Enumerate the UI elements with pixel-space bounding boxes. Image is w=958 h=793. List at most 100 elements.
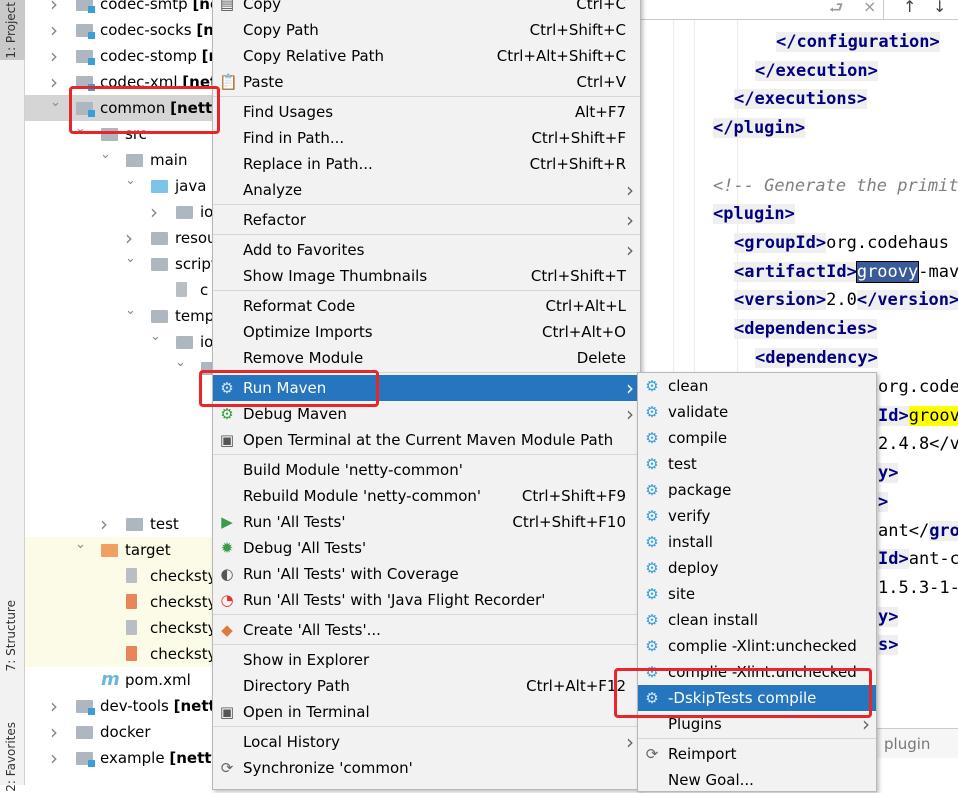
breadcrumb-plugin[interactable]: plugin xyxy=(884,735,930,753)
menu-item-install[interactable]: ⚙ install xyxy=(638,529,876,555)
chevron-right-icon[interactable]: › xyxy=(50,43,60,69)
chevron-right-icon[interactable]: › xyxy=(50,693,60,719)
code-line-fragment[interactable]: y> xyxy=(878,603,899,632)
code-line[interactable]: <dependency> xyxy=(755,344,878,373)
chevron-down-icon[interactable]: ⌄ xyxy=(125,246,136,272)
menu-item-debug-maven[interactable]: ⚙ Debug Maven › xyxy=(213,401,640,427)
menu-item-clean[interactable]: ⚙ clean xyxy=(638,373,876,399)
project-tool-label[interactable]: 1: Project xyxy=(4,2,18,59)
chevron-down-icon[interactable]: ⌄ xyxy=(75,116,86,142)
menu-item-plugins[interactable]: Plugins › xyxy=(638,711,876,737)
menu-item-build-module-netty-common[interactable]: Build Module 'netty-common' xyxy=(213,457,640,483)
code-line-fragment[interactable]: org.code xyxy=(878,373,958,402)
code-line[interactable]: </executions> xyxy=(734,85,868,114)
menu-item-package[interactable]: ⚙ package xyxy=(638,477,876,503)
chevron-right-icon[interactable]: › xyxy=(50,745,60,771)
code-line[interactable]: <groupId>org.codehaus xyxy=(734,229,949,258)
clear-search-icon[interactable]: × xyxy=(863,0,876,16)
tree-node[interactable]: checkstyle xyxy=(25,563,212,589)
code-line-fragment[interactable]: Id>groovy xyxy=(878,402,958,431)
code-line[interactable]: <dependencies> xyxy=(734,315,878,344)
tree-node[interactable]: › codec-stomp [netty-codec-stomp] xyxy=(25,43,212,69)
tree-node[interactable]: › dev-tools [netty-dev-tools] xyxy=(25,693,212,719)
menu-item-complie-xlint-unchecked[interactable]: ⚙ complie -Xlint:unchecked xyxy=(638,633,876,659)
chevron-down-icon[interactable]: ⌄ xyxy=(75,532,86,558)
chevron-right-icon[interactable]: › xyxy=(150,199,160,225)
tree-node[interactable]: › test xyxy=(25,511,212,537)
menu-item-add-to-favorites[interactable]: Add to Favorites › xyxy=(213,237,640,263)
code-line[interactable]: </configuration> xyxy=(776,28,940,57)
menu-item-paste[interactable]: 📋 Paste Ctrl+V xyxy=(213,69,640,95)
menu-item-verify[interactable]: ⚙ verify xyxy=(638,503,876,529)
tree-node[interactable]: checkstyle xyxy=(25,641,212,667)
menu-item-clean-install[interactable]: ⚙ clean install xyxy=(638,607,876,633)
previous-occurrence-icon[interactable]: ↑ xyxy=(903,0,916,16)
structure-tool-tab[interactable]: 7: Structure xyxy=(4,600,18,671)
favorites-tool-tab[interactable]: 2: Favorites xyxy=(4,722,18,792)
menu-item-test[interactable]: ⚙ test xyxy=(638,451,876,477)
menu-item-find-usages[interactable]: Find Usages Alt+F7 xyxy=(213,99,640,125)
menu-item-directory-path[interactable]: Directory Path Ctrl+Alt+F12 xyxy=(213,673,640,699)
menu-item-complie-xlint-unchecked[interactable]: ⚙ complie -Xlint:unchecked xyxy=(638,659,876,685)
code-line[interactable]: </execution> xyxy=(755,57,878,86)
menu-item-show-in-explorer[interactable]: Show in Explorer xyxy=(213,647,640,673)
menu-item-synchronize-common[interactable]: ⟳ Synchronize 'common' xyxy=(213,755,640,781)
regex-wrap-icon[interactable]: ⮐ xyxy=(829,0,843,24)
code-line[interactable]: </plugin> xyxy=(713,114,806,143)
next-occurrence-icon[interactable]: ↓ xyxy=(933,0,946,16)
tree-node[interactable]: ⌄ src xyxy=(25,121,212,147)
menu-item-remove-module[interactable]: Remove Module Delete xyxy=(213,345,640,371)
project-tool-tab[interactable]: 1: Project xyxy=(0,0,25,60)
menu-item-dskiptests-compile[interactable]: ⚙ -DskipTests compile xyxy=(638,685,876,711)
code-line-fragment[interactable]: 1.5.3-1- xyxy=(878,574,958,603)
code-line[interactable]: <artifactId>groovy-maven xyxy=(734,258,958,287)
tree-node[interactable]: c xyxy=(25,277,212,303)
tree-node[interactable]: › example [netty-example] xyxy=(25,745,212,771)
chevron-right-icon[interactable]: › xyxy=(50,17,60,43)
menu-item-run-maven[interactable]: ⚙ Run Maven › xyxy=(213,375,640,401)
code-line-fragment[interactable]: Id>ant-c xyxy=(878,545,958,574)
chevron-down-icon[interactable]: ⌄ xyxy=(100,142,111,168)
menu-item-create-all-tests[interactable]: ◆ Create 'All Tests'... xyxy=(213,617,640,643)
code-line[interactable]: <version>2.0</version> xyxy=(734,286,958,315)
chevron-down-icon[interactable]: ⌄ xyxy=(125,298,136,324)
tree-node[interactable]: checkstyle xyxy=(25,589,212,615)
menu-item-site[interactable]: ⚙ site xyxy=(638,581,876,607)
tree-node[interactable]: › io xyxy=(25,199,212,225)
code-line-fragment[interactable]: s> xyxy=(878,631,899,660)
chevron-right-icon[interactable]: › xyxy=(100,511,110,537)
code-line-fragment[interactable]: > xyxy=(878,488,889,517)
tree-node[interactable]: › codec-socks [netty-codec-socks] xyxy=(25,17,212,43)
chevron-down-icon[interactable]: ⌄ xyxy=(150,324,161,350)
search-input[interactable]: ⮐ × xyxy=(641,0,884,20)
menu-item-replace-in-path[interactable]: Replace in Path... Ctrl+Shift+R xyxy=(213,151,640,177)
chevron-right-icon[interactable]: › xyxy=(50,719,60,745)
menu-item-optimize-imports[interactable]: Optimize Imports Ctrl+Alt+O xyxy=(213,319,640,345)
menu-item-refactor[interactable]: Refactor › xyxy=(213,207,640,233)
chevron-down-icon[interactable]: ⌄ xyxy=(50,90,61,116)
menu-item-analyze[interactable]: Analyze › xyxy=(213,177,640,203)
menu-item-copy-path[interactable]: Copy Path Ctrl+Shift+C xyxy=(213,17,640,43)
code-line[interactable]: <plugin> xyxy=(713,200,795,229)
menu-item-show-image-thumbnails[interactable]: Show Image Thumbnails Ctrl+Shift+T xyxy=(213,263,640,289)
menu-item-open-in-terminal[interactable]: ▣ Open in Terminal xyxy=(213,699,640,725)
code-line-fragment[interactable]: 2.4.8</v xyxy=(878,430,958,459)
code-line-fragment[interactable]: y> xyxy=(878,459,899,488)
tree-node[interactable]: ⌄ java xyxy=(25,173,212,199)
menu-item-run-all-tests[interactable]: ▶ Run 'All Tests' Ctrl+Shift+F10 xyxy=(213,509,640,535)
code-line-fragment[interactable]: ant</gro xyxy=(878,517,958,546)
tree-node[interactable]: › codec-smtp [netty-codec-smtp] xyxy=(25,0,212,17)
tree-node[interactable]: ›resources xyxy=(25,225,212,251)
tree-node[interactable]: m pom.xml xyxy=(25,667,212,693)
menu-item-deploy[interactable]: ⚙ deploy xyxy=(638,555,876,581)
menu-item-debug-all-tests[interactable]: ✹ Debug 'All Tests' xyxy=(213,535,640,561)
menu-item-validate[interactable]: ⚙ validate xyxy=(638,399,876,425)
menu-item-new-goal[interactable]: New Goal... xyxy=(638,767,876,793)
tree-node[interactable]: ⌄ xyxy=(25,355,212,381)
tree-node[interactable]: ⌄templates xyxy=(25,303,212,329)
menu-item-local-history[interactable]: Local History › xyxy=(213,729,640,755)
menu-item-rebuild-module-netty-common[interactable]: Rebuild Module 'netty-common' Ctrl+Shift+… xyxy=(213,483,640,509)
tree-node[interactable]: checkstyle xyxy=(25,615,212,641)
menu-item-run-all-tests-with-java-flight-recorder[interactable]: ◔ Run 'All Tests' with 'Java Flight Recor… xyxy=(213,587,640,613)
menu-item-find-in-path[interactable]: Find in Path... Ctrl+Shift+F xyxy=(213,125,640,151)
